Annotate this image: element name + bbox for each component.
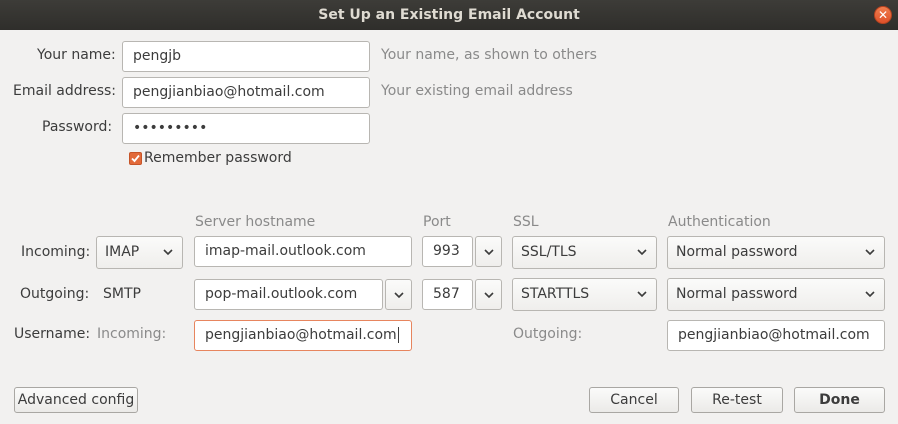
remember-password-label[interactable]: Remember password	[144, 150, 292, 166]
incoming-port-field[interactable]: 993	[422, 236, 473, 267]
username-label: Username:	[14, 326, 91, 342]
username-outgoing-label: Outgoing:	[513, 326, 583, 342]
chevron-down-icon	[636, 279, 648, 310]
outgoing-username-field[interactable]: pengjianbiao@hotmail.com	[667, 320, 885, 351]
incoming-auth-select[interactable]: Normal password	[667, 236, 885, 269]
incoming-ssl-value: SSL/TLS	[521, 244, 577, 260]
header-authentication: Authentication	[668, 214, 771, 230]
incoming-protocol-select[interactable]: IMAP	[96, 236, 183, 269]
text-caret	[397, 327, 399, 343]
chevron-down-icon	[393, 280, 405, 311]
chevron-down-icon	[483, 237, 495, 268]
your-name-label: Your name:	[37, 47, 116, 63]
cancel-button[interactable]: Cancel	[589, 387, 679, 413]
chevron-down-icon	[636, 237, 648, 268]
incoming-auth-value: Normal password	[676, 244, 798, 260]
outgoing-hostname-dropdown[interactable]	[385, 279, 412, 310]
username-incoming-label: Incoming:	[97, 326, 167, 342]
chevron-down-icon	[864, 279, 876, 310]
password-label: Password:	[42, 119, 113, 135]
title-bar: Set Up an Existing Email Account ✕	[0, 0, 898, 30]
incoming-username-field[interactable]: pengjianbiao@hotmail.com	[194, 320, 412, 351]
header-port: Port	[423, 214, 451, 230]
outgoing-hostname-field[interactable]: pop-mail.outlook.com	[194, 279, 383, 310]
outgoing-auth-value: Normal password	[676, 286, 798, 302]
email-field[interactable]: pengjianbiao@hotmail.com	[122, 77, 370, 108]
your-name-hint: Your name, as shown to others	[381, 47, 597, 63]
outgoing-label: Outgoing:	[20, 286, 90, 302]
chevron-down-icon	[864, 237, 876, 268]
incoming-username-value: pengjianbiao@hotmail.com	[205, 327, 397, 343]
header-ssl: SSL	[513, 214, 539, 230]
email-label: Email address:	[13, 83, 117, 99]
outgoing-port-field[interactable]: 587	[422, 279, 473, 310]
your-name-field[interactable]: pengjb	[122, 41, 370, 72]
outgoing-ssl-select[interactable]: STARTTLS	[512, 278, 657, 311]
chevron-down-icon	[483, 280, 495, 311]
chevron-down-icon	[162, 237, 174, 268]
checkmark-icon	[131, 154, 140, 163]
done-button[interactable]: Done	[794, 387, 885, 413]
header-server-hostname: Server hostname	[195, 214, 316, 230]
outgoing-ssl-value: STARTTLS	[521, 286, 590, 302]
close-icon[interactable]: ✕	[874, 6, 892, 24]
incoming-hostname-field[interactable]: imap-mail.outlook.com	[194, 236, 412, 267]
advanced-config-button[interactable]: Advanced config	[14, 387, 138, 413]
window-title: Set Up an Existing Email Account	[318, 7, 580, 23]
outgoing-protocol: SMTP	[103, 286, 141, 302]
password-field[interactable]: •••••••••	[122, 113, 370, 144]
remember-password-checkbox[interactable]	[129, 152, 142, 165]
incoming-protocol-value: IMAP	[105, 244, 140, 260]
incoming-port-dropdown[interactable]	[475, 236, 502, 267]
outgoing-auth-select[interactable]: Normal password	[667, 278, 885, 311]
outgoing-port-dropdown[interactable]	[475, 279, 502, 310]
incoming-label: Incoming:	[21, 244, 91, 260]
email-hint: Your existing email address	[381, 83, 573, 99]
retest-button[interactable]: Re-test	[691, 387, 783, 413]
incoming-ssl-select[interactable]: SSL/TLS	[512, 236, 657, 269]
